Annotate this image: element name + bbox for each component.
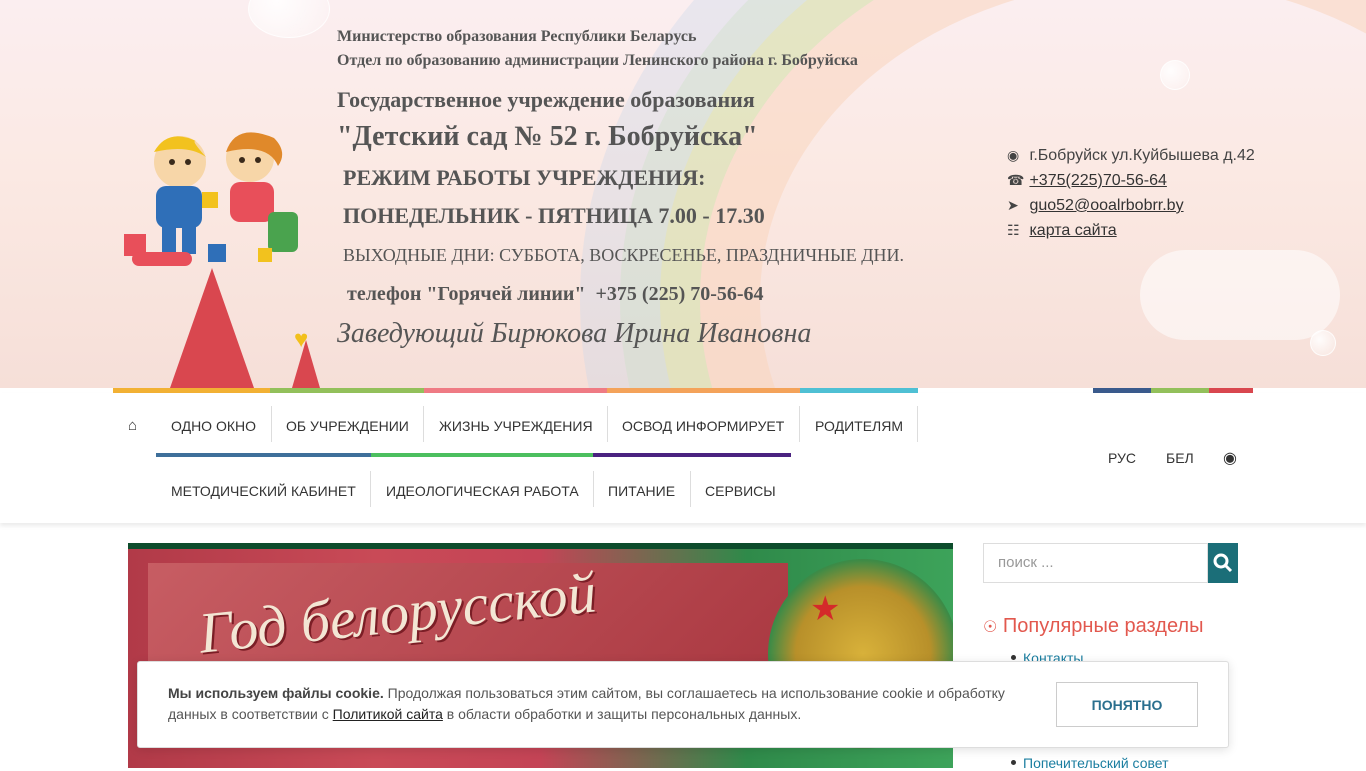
- bubble-decoration: [1160, 60, 1190, 90]
- eye-icon[interactable]: ◉: [1223, 448, 1237, 468]
- lightbulb-icon: ☉: [983, 619, 998, 636]
- site-header: ♥ Министерство образования Республики Бе…: [0, 0, 1366, 388]
- department-text: Отдел по образованию администрации Ленин…: [337, 52, 858, 69]
- cookie-accept-button[interactable]: ПОНЯТНО: [1056, 682, 1198, 727]
- main-navigation: ⌂ ОДНО ОКНО ОБ УЧРЕЖДЕНИИ ЖИЗНЬ УЧРЕЖДЕН…: [0, 393, 1366, 523]
- cloud-decoration: [1140, 250, 1340, 340]
- director-name: Заведующий Бирюкова Ирина Ивановна: [337, 318, 812, 349]
- cookie-message: Мы используем файлы cookie. Продолжая по…: [168, 683, 1028, 725]
- cookie-consent-banner: Мы используем файлы cookie. Продолжая по…: [137, 661, 1229, 748]
- nav-divider: [423, 406, 424, 442]
- institution-type: Государственное учреждение образования: [337, 87, 755, 112]
- cookie-text-part2: в области обработки и защиты персональны…: [442, 706, 802, 722]
- contact-email: ➤ guo52@ooalrbobrr.by: [1007, 197, 1184, 215]
- nav-divider: [593, 471, 594, 507]
- list-bullet: [1011, 655, 1016, 660]
- submenu-color-bar: [371, 453, 593, 457]
- tree-decoration: [170, 268, 254, 388]
- submenu-color-bar: [593, 453, 791, 457]
- nav-item-services[interactable]: СЕРВИСЫ: [705, 483, 776, 499]
- popular-link-board[interactable]: Попечительский совет: [1023, 755, 1169, 771]
- bubble-decoration: [1310, 330, 1336, 356]
- days-off: ВЫХОДНЫЕ ДНИ: СУББОТА, ВОСКРЕСЕНЬЕ, ПРАЗ…: [343, 245, 904, 265]
- nav-divider: [370, 471, 371, 507]
- nav-item-methodical[interactable]: МЕТОДИЧЕСКИЙ КАБИНЕТ: [171, 483, 356, 499]
- submenu-color-bar: [156, 453, 371, 457]
- kindergarten-logo: [124, 132, 298, 266]
- hotline-phone: телефон "Горячей линии" +375 (225) 70-56…: [347, 283, 764, 305]
- phone-link[interactable]: +375(225)70-56-64: [1029, 172, 1166, 189]
- address-text: г.Бобруйск ул.Куйбышева д.42: [1029, 147, 1255, 164]
- nav-item-osvod[interactable]: ОСВОД ИНФОРМИРУЕТ: [622, 418, 784, 434]
- nav-divider: [607, 406, 608, 442]
- contact-sitemap: ☷ карта сайта: [1007, 222, 1117, 240]
- nav-item-life[interactable]: ЖИЗНЬ УЧРЕЖДЕНИЯ: [439, 418, 593, 434]
- email-link[interactable]: guo52@ooalrbobrr.by: [1029, 197, 1183, 214]
- working-hours: ПОНЕДЕЛЬНИК - ПЯТНИЦА 7.00 - 17.30: [343, 203, 765, 228]
- search-input[interactable]: поиск ...: [983, 543, 1208, 583]
- nav-divider: [799, 406, 800, 442]
- home-icon[interactable]: ⌂: [128, 417, 137, 434]
- popular-sections-title: ☉ Популярные разделы: [983, 615, 1203, 638]
- nav-item-one-window[interactable]: ОДНО ОКНО: [171, 418, 256, 434]
- nav-item-ideology[interactable]: ИДЕОЛОГИЧЕСКАЯ РАБОТА: [386, 483, 579, 499]
- nav-item-nutrition[interactable]: ПИТАНИЕ: [608, 483, 675, 499]
- nav-divider: [271, 406, 272, 442]
- search-button[interactable]: [1208, 543, 1238, 583]
- lang-by[interactable]: БЕЛ: [1166, 450, 1194, 466]
- list-bullet: [1011, 760, 1016, 765]
- popular-sections-label: Популярные разделы: [1002, 615, 1204, 637]
- cookie-bold-text: Мы используем файлы cookie.: [168, 685, 384, 701]
- privacy-policy-link[interactable]: Политикой сайта: [333, 706, 443, 722]
- contact-phone: ☎ +375(225)70-56-64: [1007, 172, 1167, 190]
- sitemap-icon: ☷: [1007, 222, 1020, 238]
- sitemap-link[interactable]: карта сайта: [1029, 222, 1116, 239]
- hours-title: РЕЖИМ РАБОТЫ УЧРЕЖДЕНИЯ:: [343, 165, 706, 190]
- search-icon: [1213, 553, 1233, 573]
- heart-balloon-icon: ♥: [294, 326, 309, 353]
- nav-item-about[interactable]: ОБ УЧРЕЖДЕНИИ: [286, 418, 409, 434]
- phone-icon: ☎: [1007, 172, 1025, 188]
- map-marker-icon: ◉: [1007, 147, 1020, 163]
- star-icon: ★: [810, 590, 841, 628]
- nav-item-parents[interactable]: РОДИТЕЛЯМ: [815, 418, 903, 434]
- nav-divider: [690, 471, 691, 507]
- institution-name: "Детский сад № 52 г. Бобруйска": [337, 121, 758, 152]
- paper-plane-icon: ➤: [1007, 197, 1019, 213]
- nav-divider: [917, 406, 918, 442]
- bubble-decoration: [248, 0, 330, 38]
- ministry-text: Министерство образования Республики Бела…: [337, 28, 697, 45]
- lang-ru[interactable]: РУС: [1108, 450, 1136, 466]
- contact-address: ◉ г.Бобруйск ул.Куйбышева д.42: [1007, 147, 1255, 165]
